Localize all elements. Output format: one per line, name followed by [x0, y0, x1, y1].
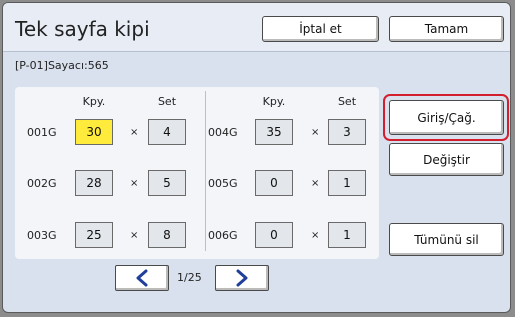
- times-sign: ×: [130, 127, 139, 138]
- title-bar: Tek sayfa kipi İptal et Tamam: [3, 3, 510, 52]
- copies-sets-panel: [15, 87, 379, 259]
- sets-cell[interactable]: 3: [328, 119, 366, 145]
- row-label: 002G: [27, 177, 57, 190]
- prev-page-button[interactable]: [115, 265, 169, 291]
- counter-label: [P-01]Sayacı:565: [15, 59, 109, 72]
- copies-cell[interactable]: 28: [75, 170, 113, 196]
- copies-cell[interactable]: 30: [75, 119, 113, 145]
- change-button[interactable]: Değiştir: [389, 143, 504, 176]
- times-sign: ×: [130, 178, 139, 189]
- copies-cell[interactable]: 0: [255, 222, 293, 248]
- sets-cell[interactable]: 5: [148, 170, 186, 196]
- dialog-screen: Tek sayfa kipi İptal et Tamam [P-01]Saya…: [2, 2, 511, 313]
- page-indicator: 1/25: [177, 271, 202, 284]
- page-title: Tek sayfa kipi: [15, 17, 150, 41]
- entry-recall-button[interactable]: Giriş/Çağ.: [389, 100, 504, 135]
- row-label: 005G: [208, 177, 238, 190]
- sets-header: Set: [337, 95, 357, 108]
- times-sign: ×: [311, 178, 320, 189]
- chevron-left-icon: [136, 269, 148, 287]
- clear-all-button[interactable]: Tümünü sil: [389, 223, 504, 256]
- next-page-button[interactable]: [215, 265, 269, 291]
- sets-cell[interactable]: 1: [328, 222, 366, 248]
- row-label: 006G: [208, 229, 238, 242]
- copies-cell[interactable]: 35: [255, 119, 293, 145]
- column-divider: [205, 91, 206, 251]
- sets-header: Set: [157, 95, 177, 108]
- row-label: 003G: [27, 229, 57, 242]
- copies-header: Kpy.: [262, 95, 286, 108]
- cancel-button[interactable]: İptal et: [262, 16, 379, 42]
- row-label: 004G: [208, 126, 238, 139]
- ok-button[interactable]: Tamam: [389, 16, 504, 42]
- copies-cell[interactable]: 0: [255, 170, 293, 196]
- chevron-right-icon: [236, 269, 248, 287]
- sets-cell[interactable]: 8: [148, 222, 186, 248]
- times-sign: ×: [130, 230, 139, 241]
- row-label: 001G: [27, 126, 57, 139]
- copies-cell[interactable]: 25: [75, 222, 113, 248]
- sets-cell[interactable]: 1: [328, 170, 366, 196]
- times-sign: ×: [311, 230, 320, 241]
- sets-cell[interactable]: 4: [148, 119, 186, 145]
- copies-header: Kpy.: [82, 95, 106, 108]
- times-sign: ×: [311, 127, 320, 138]
